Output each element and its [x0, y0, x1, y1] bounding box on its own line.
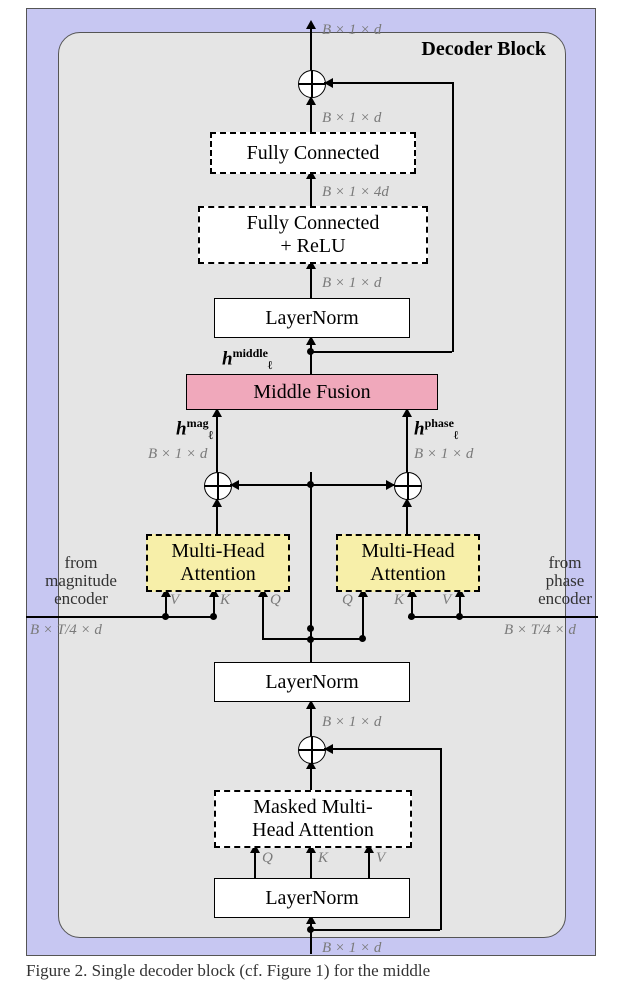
add-node-icon	[204, 472, 232, 500]
add-node-icon	[394, 472, 422, 500]
line	[262, 638, 362, 640]
line	[406, 410, 408, 472]
add-node-icon	[298, 70, 326, 98]
line	[440, 748, 442, 930]
line	[26, 616, 166, 618]
decoder-block-title: Decoder Block	[421, 38, 546, 61]
v-label: V	[442, 592, 451, 609]
t: encoder	[54, 589, 108, 608]
line	[310, 351, 452, 353]
dim-right-mid: B × 1 × d	[414, 446, 473, 463]
line	[310, 929, 440, 931]
t: encoder	[538, 589, 592, 608]
junction-dot-icon	[307, 481, 314, 488]
dim-enc-left: B × T/4 × d	[30, 622, 102, 639]
arrowhead-icon	[230, 480, 239, 490]
dim-after-lntop: B × 1 × d	[322, 275, 381, 292]
h-phase-label: hphaseℓ	[414, 416, 458, 443]
dim-after-fc: B × 1 × d	[322, 110, 381, 127]
line	[310, 628, 312, 662]
k-label: K	[394, 592, 404, 609]
dim-left-mid: B × 1 × d	[148, 446, 207, 463]
fc-top: Fully Connected	[210, 132, 416, 174]
line	[310, 22, 312, 70]
dim-after-fcrelu: B × 1 × 4d	[322, 184, 389, 201]
arrowhead-icon	[324, 744, 333, 754]
line	[362, 590, 364, 638]
line	[310, 472, 312, 628]
fc-relu: Fully Connected + ReLU	[198, 206, 428, 264]
from-phase-encoder-label: from phase encoder	[530, 554, 600, 608]
junction-dot-icon	[307, 625, 314, 632]
v-label: V	[170, 592, 179, 609]
diagram-canvas: Decoder Block B × 1 × d LayerNorm Q K V …	[0, 0, 626, 990]
line	[216, 410, 218, 472]
line	[324, 82, 452, 84]
layernorm-bottom: LayerNorm	[214, 878, 410, 918]
layernorm-top: LayerNorm	[214, 298, 410, 338]
figure-caption: Figure 2. Single decoder block (cf. Figu…	[26, 962, 596, 980]
line	[408, 616, 460, 618]
dim-after-lnmid: B × 1 × d	[322, 714, 381, 731]
arrowhead-icon	[306, 20, 316, 29]
h-mag-label: hmagℓ	[176, 416, 213, 443]
from-magnitude-encoder-label: from magnitude encoder	[36, 554, 126, 608]
t: from	[64, 553, 97, 572]
t: from	[548, 553, 581, 572]
t: magnitude	[45, 571, 117, 590]
arrowhead-icon	[324, 78, 333, 88]
line	[324, 748, 441, 750]
v-label: V	[376, 850, 385, 867]
line	[458, 616, 598, 618]
h-middle-label: hmiddleℓ	[222, 346, 272, 373]
t: phase	[546, 571, 585, 590]
layernorm-mid: LayerNorm	[214, 662, 410, 702]
add-node-icon	[298, 736, 326, 764]
arrowhead-icon	[386, 480, 395, 490]
mha-right: Multi-Head Attention	[336, 534, 480, 592]
q-label: Q	[262, 850, 273, 867]
middle-fusion: Middle Fusion	[186, 374, 438, 410]
mha-left: Multi-Head Attention	[146, 534, 290, 592]
k-label: K	[220, 592, 230, 609]
line	[452, 82, 454, 352]
line	[162, 616, 214, 618]
dim-top-out: B × 1 × d	[322, 22, 381, 39]
k-label: K	[318, 850, 328, 867]
dim-enc-right: B × T/4 × d	[504, 622, 576, 639]
q-label: Q	[270, 592, 281, 609]
q-label: Q	[342, 592, 353, 609]
line	[262, 590, 264, 638]
masked-mha: Masked Multi- Head Attention	[214, 790, 412, 848]
dim-bottom-in: B × 1 × d	[322, 940, 381, 957]
